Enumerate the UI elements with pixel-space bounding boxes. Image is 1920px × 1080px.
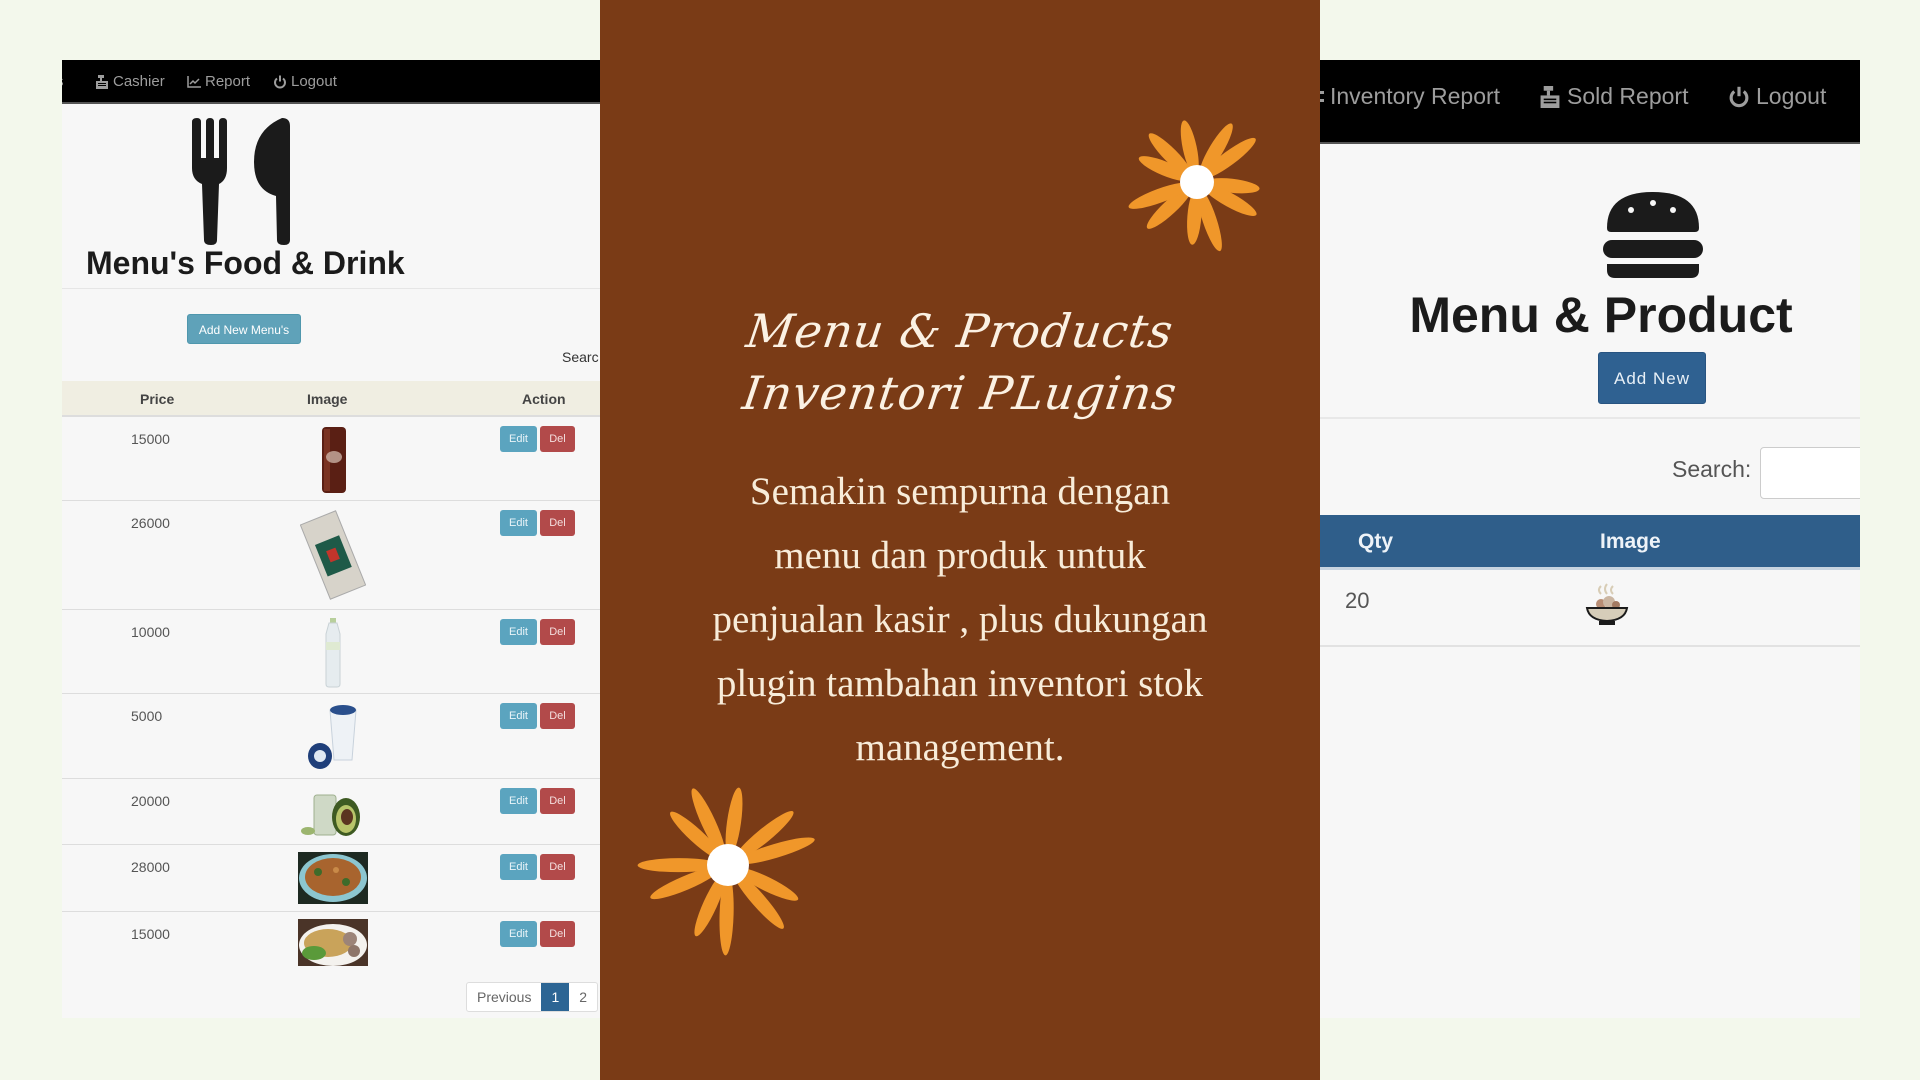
pagination-page-2[interactable]: 2 xyxy=(569,983,597,1011)
nav-item-cut-label: s xyxy=(62,73,64,90)
delete-button[interactable]: Del xyxy=(540,854,575,880)
delete-button[interactable]: Del xyxy=(540,426,575,452)
add-new-button[interactable]: Add New xyxy=(1598,352,1706,404)
table-row: 5000 Edit Del xyxy=(62,694,600,779)
price-cell: 20000 xyxy=(131,793,170,809)
nav-item-report[interactable]: Report xyxy=(187,73,250,90)
price-cell: 26000 xyxy=(131,515,170,531)
cash-register-icon xyxy=(1540,85,1560,108)
divider xyxy=(1320,417,1860,419)
add-new-menu-button[interactable]: Add New Menu's xyxy=(187,314,301,344)
edit-button[interactable]: Edit xyxy=(500,788,537,814)
power-icon xyxy=(274,75,286,88)
qty-cell: 20 xyxy=(1345,588,1370,613)
food-bowl-image xyxy=(1585,583,1629,625)
nav-cashier-label: Cashier xyxy=(113,73,165,90)
flower-center xyxy=(707,844,749,886)
right-navbar: Inventory Report Sold Report Logout xyxy=(1320,60,1860,144)
delete-button[interactable]: Del xyxy=(540,703,575,729)
promo-panel: Menu & Products Inventori PLugins Semaki… xyxy=(600,0,1320,1080)
nav-item-sold-report[interactable]: Sold Report xyxy=(1539,83,1688,110)
column-header-qty[interactable]: Qty xyxy=(1358,530,1393,554)
cigarette-pack-image xyxy=(300,510,366,600)
meatball-noodles-image xyxy=(298,919,368,966)
pagination: Previous 1 2 xyxy=(466,982,599,1012)
avocado-juice-image xyxy=(301,794,360,836)
pagination-page-1[interactable]: 1 xyxy=(541,983,570,1011)
edit-button[interactable]: Edit xyxy=(500,921,537,947)
table-row: 20 xyxy=(1320,570,1860,647)
nav-item-inventory-report[interactable]: Inventory Report xyxy=(1320,83,1500,110)
edit-button[interactable]: Edit xyxy=(500,510,537,536)
table-header: Qty Image xyxy=(1320,515,1860,570)
price-cell: 10000 xyxy=(131,624,170,640)
nav-item-logout[interactable]: Logout xyxy=(1728,83,1826,110)
power-icon xyxy=(1729,86,1749,107)
nav-item-cashier[interactable]: Cashier xyxy=(95,73,165,90)
price-cell: 5000 xyxy=(131,708,163,724)
promo-description: Semakin sempurna dengan menu dan produk … xyxy=(660,460,1260,780)
price-cell: 15000 xyxy=(131,431,170,447)
column-header-action[interactable]: Action xyxy=(522,391,566,407)
table-header: Price Image Action xyxy=(62,381,600,417)
table-row: 28000 Edit Del xyxy=(62,845,600,912)
search-input[interactable] xyxy=(1760,447,1860,499)
line-chart-icon xyxy=(187,75,201,88)
page-title: Menu & Product xyxy=(1409,287,1793,343)
utensils-icon xyxy=(192,118,290,245)
edit-button[interactable]: Edit xyxy=(500,854,537,880)
soda-can-image xyxy=(322,427,346,493)
inventory-icon xyxy=(1320,90,1324,102)
cash-register-icon xyxy=(96,74,108,89)
promo-line: plugin tambahan inventori stok xyxy=(716,662,1204,705)
flower-icon xyxy=(637,787,815,956)
delete-button[interactable]: Del xyxy=(540,788,575,814)
table-row: 20000 Edit Del xyxy=(62,779,600,845)
hamburger-icon xyxy=(1603,192,1703,278)
promo-title-line-1: Menu & Products xyxy=(743,304,1177,358)
edit-button[interactable]: Edit xyxy=(500,619,537,645)
flower-icon xyxy=(1128,120,1260,252)
nav-inventory-report-label: Inventory Report xyxy=(1330,83,1501,109)
table-row: 15000 Edit Del xyxy=(62,912,600,974)
menu-food-drink-screenshot: s Cashier Report Logout Menu's Food & Dr… xyxy=(62,60,600,1018)
edit-button[interactable]: Edit xyxy=(500,426,537,452)
column-header-image[interactable]: Image xyxy=(307,391,347,407)
column-header-image[interactable]: Image xyxy=(1600,530,1661,554)
promo-line: menu dan produk untuk xyxy=(774,534,1146,577)
promo-line: Semakin sempurna dengan xyxy=(749,470,1171,513)
left-navbar: s Cashier Report Logout xyxy=(62,60,600,104)
edit-button[interactable]: Edit xyxy=(500,703,537,729)
divider xyxy=(62,288,600,289)
delete-button[interactable]: Del xyxy=(540,619,575,645)
page-title: Menu's Food & Drink xyxy=(86,245,405,281)
menu-product-screenshot: Inventory Report Sold Report Logout Menu… xyxy=(1320,60,1860,1018)
pagination-previous[interactable]: Previous xyxy=(467,983,541,1011)
search-label: Search: xyxy=(1672,456,1752,482)
water-cup-image xyxy=(308,705,357,769)
promo-title-line-2: Inventori PLugins xyxy=(739,366,1181,420)
search-label: Searc xyxy=(562,349,599,365)
promo-line: management. xyxy=(855,726,1065,769)
delete-button[interactable]: Del xyxy=(540,510,575,536)
nav-item-cut[interactable]: s xyxy=(62,73,64,90)
nav-report-label: Report xyxy=(205,73,251,90)
fried-noodles-image xyxy=(298,852,368,904)
column-header-price[interactable]: Price xyxy=(140,391,174,407)
price-cell: 28000 xyxy=(131,859,170,875)
nav-logout-label: Logout xyxy=(1756,83,1827,109)
delete-button[interactable]: Del xyxy=(540,921,575,947)
nav-item-logout[interactable]: Logout xyxy=(273,73,337,90)
table-row: 26000 Edit Del xyxy=(62,501,600,610)
flower-center xyxy=(1180,165,1214,199)
table-row: 15000 Edit Del xyxy=(62,417,600,501)
promo-line: penjualan kasir , plus dukungan xyxy=(712,598,1208,641)
water-bottle-image xyxy=(325,618,341,688)
table-row: 10000 Edit Del xyxy=(62,610,600,694)
price-cell: 15000 xyxy=(131,926,170,942)
nav-logout-label: Logout xyxy=(291,73,337,90)
nav-sold-report-label: Sold Report xyxy=(1567,83,1689,109)
